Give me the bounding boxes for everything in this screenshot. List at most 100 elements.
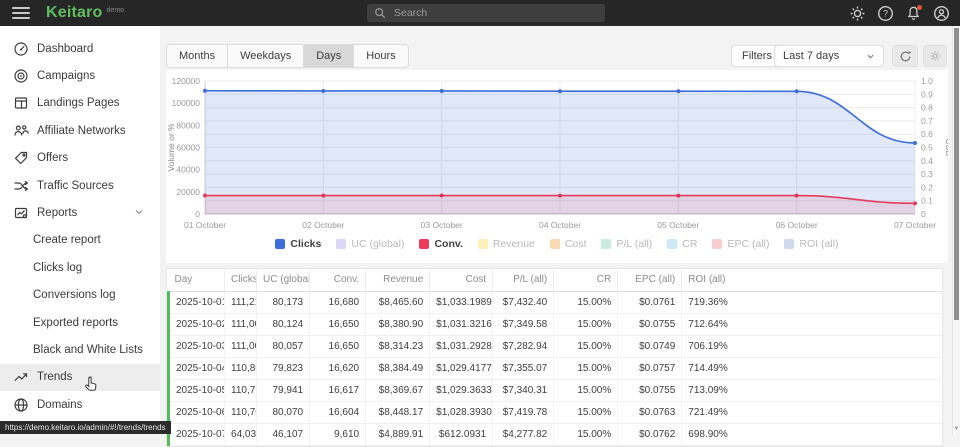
column-header-cr[interactable]: CR — [554, 269, 618, 291]
svg-text:Volume or %: Volume or % — [166, 123, 176, 172]
sidebar-item-label: Create report — [33, 234, 101, 246]
table-row: 2025-10-06110,7080,07016,604$8,448.17$1,… — [169, 401, 943, 423]
cell-cr: 15.00% — [554, 423, 618, 445]
cell-clicks: 110,70 — [225, 401, 257, 423]
legend-item-cost[interactable]: Cost — [550, 238, 587, 250]
cell-epc-all-: $0.0763 — [618, 401, 682, 423]
campaigns-icon — [13, 68, 29, 84]
cell-p-l-all-: $7,419.78 — [493, 401, 554, 423]
legend-label: P/L (all) — [616, 238, 652, 250]
column-header-day[interactable]: Day — [169, 269, 225, 291]
help-icon[interactable]: ? — [877, 5, 894, 22]
legend-swatch — [478, 239, 488, 249]
tab-hours[interactable]: Hours — [354, 45, 407, 67]
column-header-revenue[interactable]: Revenue — [366, 269, 430, 291]
chart-settings-button[interactable] — [923, 45, 947, 67]
sidebar-item-conversions-log[interactable]: Conversions log — [0, 282, 160, 309]
legend-item-uc-global-[interactable]: UC (global) — [336, 238, 404, 250]
column-header-cost[interactable]: Cost — [430, 269, 493, 291]
user-avatar-icon[interactable] — [933, 5, 950, 22]
legend-item-clicks[interactable]: Clicks — [275, 238, 321, 250]
svg-text:01 October: 01 October — [184, 220, 226, 230]
sidebar-item-label: Clicks log — [33, 262, 82, 274]
cell-uc-global-: 80,124 — [257, 313, 310, 335]
cell-roi-all-: 721.49% — [682, 401, 942, 423]
trends-line-chart: 02000040000600008000010000012000000.10.2… — [166, 70, 948, 240]
notification-dot — [917, 5, 922, 10]
sidebar-item-label: Dashboard — [37, 43, 93, 55]
domains-icon — [13, 397, 29, 413]
sidebar-item-affiliate-networks[interactable]: Affiliate Networks — [0, 117, 160, 144]
search-input[interactable] — [392, 6, 586, 20]
svg-text:0.7: 0.7 — [921, 116, 933, 126]
cell-cr: 15.00% — [554, 357, 618, 379]
svg-text:0.4: 0.4 — [921, 156, 933, 166]
trends-table: DayClicksUC (global)Conv.RevenueCostP/L … — [166, 268, 943, 447]
cell-epc-all-: $0.0761 — [618, 291, 682, 313]
legend-item-p-l-all-[interactable]: P/L (all) — [601, 238, 652, 250]
scrollbar-down-arrow[interactable]: ▼ — [953, 426, 960, 432]
legend-item-cr[interactable]: CR — [667, 238, 697, 250]
cell-revenue: $4,889.91 — [366, 423, 430, 445]
notifications-bell-icon[interactable] — [905, 5, 922, 22]
sidebar-item-campaigns[interactable]: Campaigns — [0, 62, 160, 89]
cell-day: 2025-10-05 — [169, 379, 225, 401]
refresh-icon — [899, 50, 912, 63]
legend-item-revenue[interactable]: Revenue — [478, 238, 535, 250]
settings-gear-icon[interactable] — [849, 5, 866, 22]
chevron-down-icon[interactable] — [134, 207, 144, 220]
sidebar-item-black-and-white-lists[interactable]: Black and White Lists — [0, 336, 160, 363]
search-box[interactable] — [367, 4, 605, 22]
legend-item-conv-[interactable]: Conv. — [419, 238, 462, 250]
sidebar-item-trends[interactable]: Trends — [0, 364, 160, 391]
sidebar-item-create-report[interactable]: Create report — [0, 227, 160, 254]
cell-p-l-all-: $7,355.07 — [493, 357, 554, 379]
legend-label: Cost — [565, 238, 587, 250]
cell-p-l-all-: $7,282.94 — [493, 335, 554, 357]
column-header-conv-[interactable]: Conv. — [310, 269, 366, 291]
cell-cost: $1,033.1989 — [430, 291, 493, 313]
cell-cost: $1,029.3633 — [430, 379, 493, 401]
legend-label: Revenue — [493, 238, 535, 250]
svg-text:02 October: 02 October — [302, 220, 344, 230]
column-header-p-l-all-[interactable]: P/L (all) — [493, 269, 554, 291]
app-logo[interactable]: Keitaro — [46, 4, 103, 22]
cell-cr: 15.00% — [554, 335, 618, 357]
sidebar-item-label: Black and White Lists — [33, 344, 143, 356]
scrollbar-thumb[interactable] — [954, 28, 959, 320]
hamburger-menu-icon[interactable] — [12, 7, 30, 19]
column-header-clicks[interactable]: Clicks — [225, 269, 257, 291]
trends-chart-card: 02000040000600008000010000012000000.10.2… — [166, 70, 948, 263]
svg-text:0.6: 0.6 — [921, 129, 933, 139]
legend-item-roi-all-[interactable]: ROI (all) — [784, 238, 838, 250]
column-header-roi-all-[interactable]: ROI (all) — [682, 269, 942, 291]
cell-uc-global-: 80,070 — [257, 401, 310, 423]
sidebar-item-offers[interactable]: Offers — [0, 145, 160, 172]
tab-months[interactable]: Months — [167, 45, 228, 67]
cell-revenue: $8,465.60 — [366, 291, 430, 313]
sidebar-item-dashboard[interactable]: Dashboard — [0, 35, 160, 62]
legend-swatch — [601, 239, 611, 249]
sidebar-item-reports[interactable]: Reports — [0, 199, 160, 226]
cell-cost: $1,029.4177 — [430, 357, 493, 379]
column-header-epc-all-[interactable]: EPC (all) — [618, 269, 682, 291]
cell-uc-global-: 46,107 — [257, 423, 310, 445]
cell-revenue: $8,448.17 — [366, 401, 430, 423]
column-header-uc-global-[interactable]: UC (global) — [257, 269, 310, 291]
refresh-button[interactable] — [892, 45, 918, 67]
tab-days[interactable]: Days — [304, 45, 354, 67]
sidebar-item-label: Traffic Sources — [37, 180, 114, 192]
tab-weekdays[interactable]: Weekdays — [228, 45, 304, 67]
sidebar-item-traffic-sources[interactable]: Traffic Sources — [0, 172, 160, 199]
table-row: 2025-10-04110,8079,82316,620$8,384.49$1,… — [169, 357, 943, 379]
cell-uc-global-: 80,173 — [257, 291, 310, 313]
sidebar-item-clicks-log[interactable]: Clicks log — [0, 254, 160, 281]
date-range-select[interactable]: Last 7 days — [774, 45, 884, 67]
cell-clicks: 111,00 — [225, 335, 257, 357]
sidebar-item-domains[interactable]: Domains — [0, 391, 160, 418]
sidebar-item-landings-pages[interactable]: Landings Pages — [0, 90, 160, 117]
legend-item-epc-all-[interactable]: EPC (all) — [712, 238, 769, 250]
sidebar-item-exported-reports[interactable]: Exported reports — [0, 309, 160, 336]
sidebar-item-label: Campaigns — [37, 70, 95, 82]
traffic-icon — [13, 178, 29, 194]
